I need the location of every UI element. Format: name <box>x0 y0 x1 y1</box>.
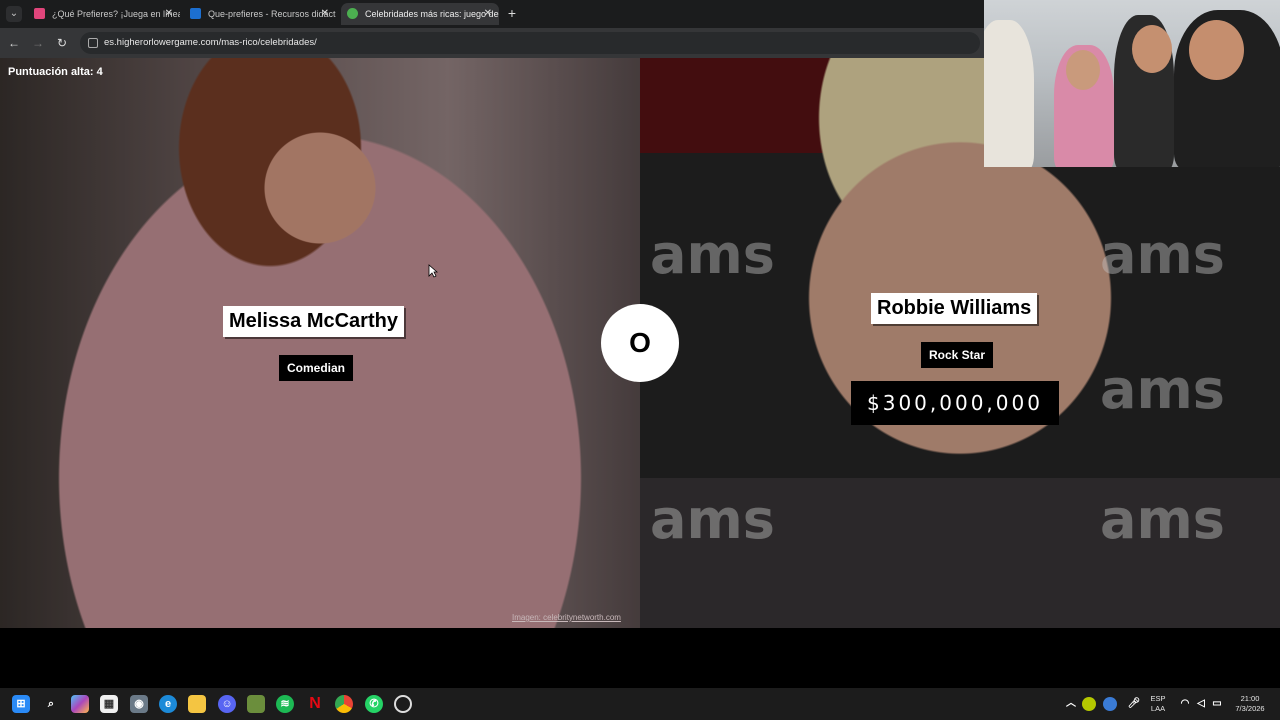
obs-icon[interactable] <box>394 695 412 713</box>
background-sign-text: ams <box>1100 358 1225 421</box>
tab-recursos[interactable]: Que-prefieres - Recursos didáctico ✕ <box>184 3 336 25</box>
image-credit-link[interactable]: Imagen: celebritynetworth.com <box>512 613 621 622</box>
store-icon[interactable]: ▦ <box>100 695 118 713</box>
left-celebrity-job: Comedian <box>279 355 354 381</box>
tray-app-icon[interactable] <box>1103 697 1117 711</box>
right-celebrity-job: Rock Star <box>921 342 994 368</box>
close-icon[interactable]: ✕ <box>165 3 173 25</box>
favicon-icon <box>34 8 45 19</box>
background-sign-text: ams <box>650 223 775 286</box>
url-text: es.higherorlowergame.com/mas-rico/celebr… <box>104 37 317 48</box>
person-face <box>1066 50 1100 90</box>
clock-time: 21:00 <box>1240 694 1260 703</box>
reload-icon[interactable]: ↻ <box>54 35 70 51</box>
right-celebrity-name: Robbie Williams <box>871 293 1038 324</box>
camera-icon[interactable]: ◉ <box>130 695 148 713</box>
back-arrow-icon[interactable]: ← <box>6 35 22 51</box>
vs-circle: O <box>601 304 679 382</box>
person-face <box>1189 20 1244 80</box>
background-sign-text: ams <box>1100 488 1225 551</box>
site-info-icon[interactable] <box>88 38 98 48</box>
forward-arrow-icon[interactable]: → <box>30 35 46 51</box>
new-tab-button[interactable]: + <box>505 5 519 21</box>
clock[interactable]: 21:00 7/3/2026 <box>1228 694 1272 714</box>
copilot-icon[interactable] <box>71 695 89 713</box>
address-bar[interactable]: es.higherorlowergame.com/mas-rico/celebr… <box>80 32 980 54</box>
discord-icon[interactable]: ☺ <box>218 695 236 713</box>
person-figure <box>984 20 1034 167</box>
edge-icon[interactable]: e <box>159 695 177 713</box>
background-sign-text: ams <box>650 488 775 551</box>
close-icon[interactable]: ✕ <box>484 3 492 25</box>
keyboard-layout: LAA <box>1150 704 1166 713</box>
left-celebrity-name: Melissa McCarthy <box>223 306 404 337</box>
whatsapp-icon[interactable]: ✆ <box>365 695 383 713</box>
tray-app-icon[interactable] <box>1082 697 1096 711</box>
right-celebrity-net-worth: $300,000,000 <box>851 381 1059 425</box>
windows-start-icon[interactable]: ⊞ <box>12 695 30 713</box>
tab-search-button[interactable]: ⌄ <box>6 6 22 22</box>
person-face <box>1132 25 1172 73</box>
close-icon[interactable]: ✕ <box>321 3 329 25</box>
tab-bar: ⌄ ¿Qué Prefieres? ¡Juega en línea! ✕ Que… <box>0 0 984 28</box>
browser-window: ⌄ ¿Qué Prefieres? ¡Juega en línea! ✕ Que… <box>0 0 984 58</box>
webcam-overlay <box>984 0 1280 167</box>
netflix-icon[interactable]: N <box>306 695 324 713</box>
background-sign-text: ams <box>1100 223 1225 286</box>
microphone-icon[interactable]: 🎤︎ <box>1125 695 1143 713</box>
high-score: Puntuación alta: 4 <box>8 66 103 78</box>
show-hidden-icons-chevron-icon[interactable]: ︿ <box>1062 695 1080 713</box>
file-explorer-icon[interactable] <box>188 695 206 713</box>
clock-date: 7/3/2026 <box>1235 704 1265 713</box>
favicon-icon <box>190 8 201 19</box>
language-indicator[interactable]: ESP LAA <box>1148 694 1168 714</box>
battery-icon[interactable]: ▭ <box>1208 695 1226 713</box>
taskbar: ⊞ ⌕ ▦ ◉ e ☺ ≋ N ✆ ︿ 🎤︎ ESP LAA ◠ ◁ ▭ 21:… <box>0 688 1280 720</box>
tab-label: ¿Qué Prefieres? ¡Juega en línea! <box>52 9 180 19</box>
chrome-icon[interactable] <box>335 695 353 713</box>
language-code: ESP <box>1150 694 1166 703</box>
search-icon[interactable]: ⌕ <box>42 695 60 713</box>
favicon-icon <box>347 8 358 19</box>
tab-que-prefieres[interactable]: ¿Qué Prefieres? ¡Juega en línea! ✕ <box>28 3 180 25</box>
tab-celebridades[interactable]: Celebridades más ricas: juego de ✕ <box>341 3 499 25</box>
tab-label: Celebridades más ricas: juego de <box>365 9 499 19</box>
spotify-icon[interactable]: ≋ <box>276 695 294 713</box>
mouse-cursor-icon <box>428 264 438 278</box>
toolbar: ← → ↻ es.higherorlowergame.com/mas-rico/… <box>0 28 984 58</box>
minecraft-icon[interactable] <box>247 695 265 713</box>
left-celebrity-panel <box>0 58 640 628</box>
tab-label: Que-prefieres - Recursos didáctico <box>208 9 336 19</box>
